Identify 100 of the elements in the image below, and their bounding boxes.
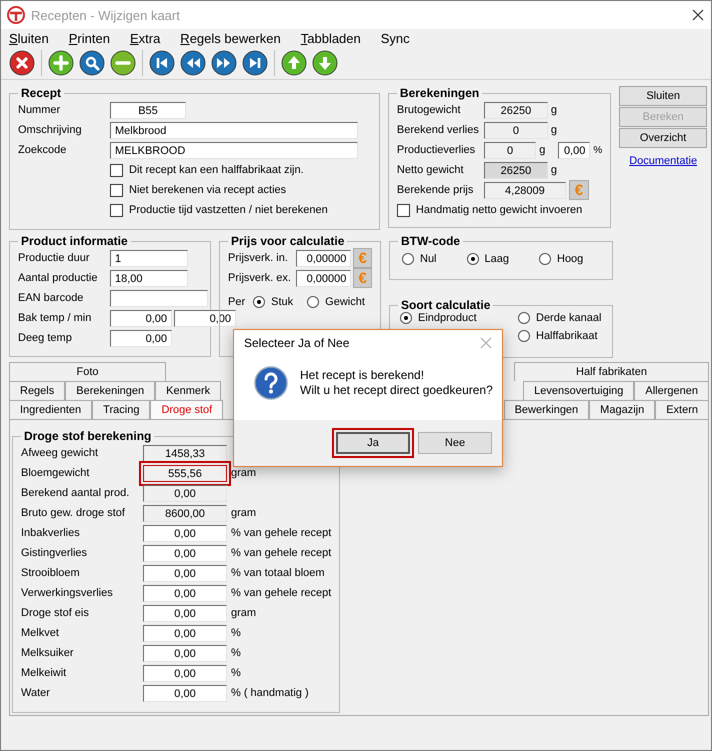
radio-button[interactable] (539, 253, 551, 265)
rewind-icon[interactable] (180, 50, 206, 76)
radio-button[interactable] (402, 253, 414, 265)
menu-item[interactable]: Sync (378, 30, 418, 46)
unit-label: % (231, 627, 242, 639)
field-label: Melkeiwit (21, 667, 68, 679)
field-label: Berekend aantal prod. (21, 487, 130, 499)
input-field[interactable]: 0,00000 (296, 270, 352, 286)
value-field[interactable]: 1458,33 (143, 444, 227, 462)
field-label: Bloemgewicht (21, 467, 90, 479)
value-field[interactable]: 0,00 (143, 664, 227, 682)
tab[interactable]: Ingredienten (9, 400, 92, 419)
value-field[interactable]: 0,00 (143, 524, 227, 542)
value-field[interactable]: 0,00 (143, 644, 227, 662)
menu-item[interactable]: Printen (66, 30, 118, 46)
tab[interactable]: Regels (9, 381, 66, 400)
unit-label: % (231, 667, 242, 679)
tab[interactable]: Kenmerk (155, 381, 222, 400)
dialog-message: Het recept is berekend! Wilt u het recept direct goedkeuren? (300, 368, 493, 398)
arrow-down-icon[interactable] (312, 50, 338, 76)
field-label: Strooibloem (21, 567, 81, 579)
input-field[interactable]: Melkbrood (110, 122, 358, 138)
input-field[interactable]: 0,00 (558, 142, 590, 158)
checkbox[interactable] (110, 184, 123, 196)
value-field[interactable]: 0,00 (143, 484, 227, 502)
close-icon[interactable] (691, 8, 705, 22)
checkbox[interactable] (110, 204, 123, 216)
input-field[interactable]: MELKBROOD (110, 142, 358, 158)
value-field[interactable]: 0,00 (143, 624, 227, 642)
radio-button[interactable] (253, 296, 266, 308)
menu-item[interactable]: Tabbladen (298, 30, 369, 46)
action-button[interactable]: Overzicht (619, 128, 707, 148)
tab[interactable]: Half fabrikaten (514, 362, 709, 381)
field-label: Droge stof eis (21, 607, 90, 619)
close-icon[interactable] (9, 50, 35, 76)
value-field[interactable]: 26250 (484, 102, 548, 118)
value-field[interactable]: 0,00 (143, 564, 227, 582)
radio-button[interactable] (400, 312, 412, 324)
tab[interactable]: Berekeningen (65, 381, 156, 400)
value-field[interactable]: 8600,00 (143, 504, 227, 522)
input-field[interactable]: 0,00000 (296, 250, 352, 266)
group-title: Recept (20, 86, 62, 100)
radio-label: Gewicht (325, 296, 365, 308)
radio-button[interactable] (518, 312, 530, 324)
arrow-up-icon[interactable] (281, 50, 307, 76)
tab[interactable]: Magazijn (589, 400, 656, 419)
window-title: Recepten - Wijzigen kaart (31, 8, 181, 22)
field-label: Prijsverk. ex. (228, 272, 292, 284)
value-field[interactable]: 4,28009 (484, 182, 566, 198)
input-field[interactable] (110, 290, 208, 306)
unit-label: % ( handmatig ) (231, 687, 310, 699)
tab[interactable]: Allergenen (634, 381, 709, 400)
search-icon[interactable] (79, 50, 105, 76)
checkbox[interactable] (110, 164, 123, 176)
input-field[interactable]: 0,00 (110, 310, 172, 326)
tab[interactable]: Foto (9, 362, 166, 381)
value-field[interactable]: 0 (484, 122, 548, 138)
dialog-button[interactable]: Nee (418, 432, 492, 454)
field-label: Nummer (18, 104, 62, 116)
menu-item[interactable]: Sluiten (7, 30, 57, 46)
documentation-link[interactable]: Documentatie (629, 155, 698, 167)
input-field[interactable]: 1 (110, 250, 188, 266)
radio-label: Eindproduct (418, 312, 477, 324)
value-field[interactable]: 26250 (484, 162, 548, 178)
unit-label: % van gehele recept (231, 527, 332, 539)
field-label: Zoekcode (18, 144, 68, 156)
tab[interactable]: Bewerkingen (504, 400, 590, 419)
tab[interactable]: Droge stof (150, 400, 224, 419)
radio-button[interactable] (518, 330, 530, 342)
unit-label: % (231, 647, 242, 659)
input-field[interactable]: 18,00 (110, 270, 188, 286)
action-button[interactable]: Sluiten (619, 86, 707, 106)
radio-button[interactable] (307, 296, 320, 308)
radio-label: Nul (420, 253, 437, 265)
minus-icon[interactable] (110, 50, 136, 76)
value-field[interactable]: 0 (484, 142, 536, 158)
unit-label: gram (231, 467, 258, 479)
last-icon[interactable] (242, 50, 268, 76)
menu-item[interactable]: Extra (128, 30, 168, 46)
dialog-title: Selecteer Ja of Nee (244, 336, 350, 350)
menu-item[interactable]: Regels bewerken (178, 30, 289, 46)
tab[interactable]: Levensovertuiging (523, 381, 634, 400)
checkbox[interactable] (396, 204, 410, 216)
radio-button[interactable] (466, 253, 479, 265)
input-field[interactable]: 0,00 (110, 330, 172, 346)
value-field[interactable]: 0,00 (143, 604, 227, 622)
value-field[interactable]: 0,00 (143, 684, 227, 702)
tab[interactable]: Tracing (92, 400, 150, 419)
radio-label: Derde kanaal (536, 312, 602, 324)
field-label: Afweeg gewicht (21, 447, 100, 459)
field-label: Netto gewicht (396, 164, 465, 176)
value-field[interactable]: 0,00 (143, 584, 227, 602)
value-field[interactable]: 0,00 (143, 544, 227, 562)
add-icon[interactable] (48, 50, 74, 76)
input-field[interactable]: B55 (110, 102, 186, 118)
radio-label: Stuk (271, 296, 294, 308)
fast-forward-icon[interactable] (211, 50, 237, 76)
first-icon[interactable] (149, 50, 175, 76)
app-logo-icon (7, 6, 25, 24)
tab[interactable]: Extern (655, 400, 709, 419)
